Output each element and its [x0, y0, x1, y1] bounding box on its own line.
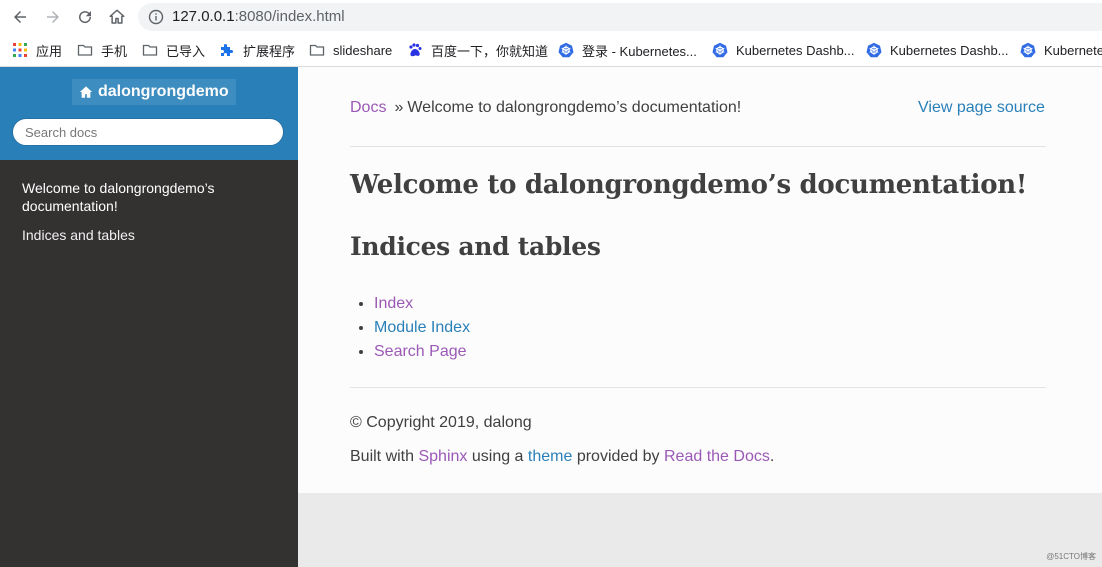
view-page-source-link[interactable]: View page source [918, 99, 1045, 117]
bookmark-extensions[interactable]: 扩展程序 [219, 40, 295, 60]
footer-text: provided by [576, 448, 660, 465]
url-path: :8080/index.html [234, 8, 345, 25]
apps-grid-icon [13, 43, 27, 57]
folder-icon [142, 44, 158, 56]
bookmark-kubernetes-dashboard-1[interactable]: Kubernetes Dashb... [712, 40, 855, 60]
home-icon [79, 86, 93, 98]
module-index-link[interactable]: Module Index [374, 319, 470, 336]
copyright-text: © Copyright 2019, dalong [350, 414, 532, 431]
bookmark-folder-phone[interactable]: 手机 [77, 40, 127, 60]
sidebar-menu: Welcome to dalongrongdemo’s documentatio… [0, 179, 298, 244]
url-host: 127.0.0.1 [172, 8, 235, 25]
baidu-paw-icon [409, 43, 422, 57]
folder-icon [77, 44, 93, 56]
footer-text: Built with [350, 448, 415, 465]
project-home-link[interactable]: dalongrongdemo [72, 79, 236, 105]
built-with-text: Built with Sphinx using a theme provided… [350, 448, 774, 466]
sidebar-item-welcome[interactable]: Welcome to dalongrongdemo’s documentatio… [0, 179, 264, 215]
bookmark-kubernetes-dashboard-2[interactable]: Kubernetes Dashb... [866, 40, 1009, 60]
url-text: 127.0.0.1:8080/index.html [172, 8, 345, 25]
bookmark-folder-imported[interactable]: 已导入 [142, 40, 205, 60]
bookmark-label: 已导入 [166, 43, 206, 59]
bookmark-label: 登录 - Kubernetes... [582, 43, 697, 59]
sidebar-item-indices[interactable]: Indices and tables [0, 226, 298, 244]
page-title: Welcome to dalongrongdemo’s documentatio… [350, 170, 1027, 200]
bookmark-label: slideshare [333, 42, 393, 58]
docs-sidebar: dalongrongdemo Welcome to dalongrongdemo… [0, 67, 298, 567]
home-icon[interactable] [105, 5, 129, 29]
divider [350, 146, 1046, 147]
kubernetes-icon [558, 42, 574, 58]
kubernetes-icon [712, 42, 728, 58]
indices-list: Index Module Index Search Page [350, 292, 470, 364]
search-docs-input[interactable] [12, 118, 284, 146]
bookmark-apps[interactable]: 应用 [12, 40, 62, 60]
index-link[interactable]: Index [374, 295, 413, 312]
divider [350, 387, 1046, 388]
search-page-link[interactable]: Search Page [374, 343, 467, 360]
bookmark-label: 百度一下，你就知道 [431, 43, 549, 59]
kubernetes-icon [866, 42, 882, 58]
bookmark-baidu[interactable]: 百度一下，你就知道 [407, 40, 548, 60]
back-arrow-icon[interactable] [8, 5, 32, 29]
sidebar-header: dalongrongdemo [0, 67, 298, 160]
read-the-docs-link[interactable]: Read the Docs [664, 448, 770, 465]
bookmark-label: 应用 [36, 43, 63, 59]
reload-icon[interactable] [73, 5, 97, 29]
bookmark-label: 手机 [101, 43, 128, 59]
bookmark-kubernetes-login[interactable]: 登录 - Kubernetes... [558, 40, 697, 60]
content-footer-area [298, 493, 1102, 567]
watermark: @51CTO博客 [1046, 552, 1096, 561]
sphinx-link[interactable]: Sphinx [418, 448, 467, 465]
project-name: dalongrongdemo [98, 83, 229, 100]
info-icon[interactable] [148, 9, 164, 25]
bookmark-label: 扩展程序 [243, 43, 296, 59]
breadcrumb-separator: » [394, 99, 404, 116]
footer-text: . [769, 448, 775, 465]
kubernetes-icon [1020, 42, 1036, 58]
folder-icon [309, 44, 325, 56]
address-bar[interactable]: 127.0.0.1:8080/index.html [138, 3, 1102, 31]
bookmark-label: Kubernetes Dashb... [736, 42, 855, 58]
list-item: Module Index [374, 316, 470, 340]
bookmark-folder-slideshare[interactable]: slideshare [309, 40, 392, 60]
bookmark-label: Kubernete [1044, 42, 1102, 58]
main-content: Docs» Welcome to dalongrongdemo’s documen… [298, 67, 1102, 493]
list-item: Index [374, 292, 470, 316]
list-item: Search Page [374, 340, 470, 364]
theme-link[interactable]: theme [528, 448, 572, 465]
bookmark-kubernetes-3[interactable]: Kubernete [1020, 40, 1102, 60]
section-heading: Indices and tables [350, 232, 601, 261]
footer-text: using a [471, 448, 524, 465]
bookmarks-bar: 应用 手机 已导入 扩展程序 slideshare 百度一下，你就知道 登录 -… [0, 34, 1102, 67]
browser-toolbar: 127.0.0.1:8080/index.html [0, 0, 1102, 34]
puzzle-icon [221, 44, 233, 56]
breadcrumb: Docs » Welcome to dalongrongdemo’s documen… [350, 99, 741, 117]
breadcrumb-docs-link[interactable]: Docs [350, 99, 386, 116]
forward-arrow-icon[interactable] [41, 5, 65, 29]
breadcrumb-current: Welcome to dalongrongdemo’s documentatio… [407, 99, 742, 116]
bookmark-label: Kubernetes Dashb... [890, 42, 1009, 58]
